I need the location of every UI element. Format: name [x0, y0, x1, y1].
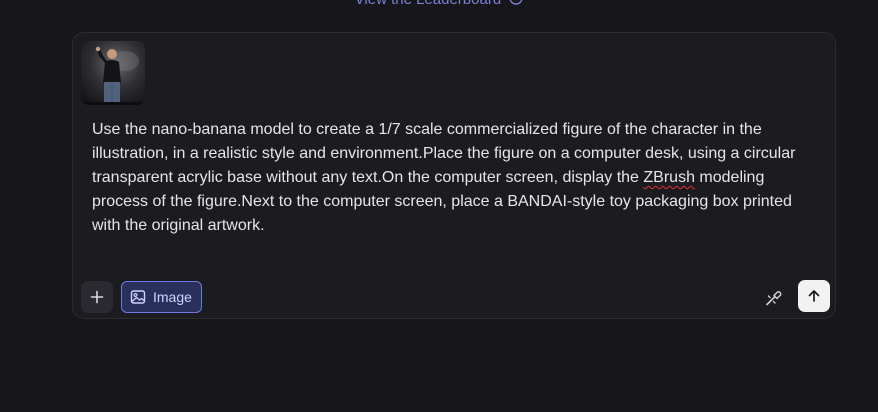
leaderboard-link-label[interactable]: View the Leaderboard: [355, 0, 502, 8]
attachment-thumbnail[interactable]: [81, 41, 145, 105]
leaderboard-link[interactable]: View the Leaderboard: [0, 0, 878, 9]
add-attachment-button[interactable]: [81, 281, 113, 313]
spellcheck-flagged-word[interactable]: ZBrush: [643, 169, 695, 186]
photo-thumbnail: [81, 41, 145, 105]
image-icon: [130, 290, 146, 304]
wand-icon: [766, 291, 782, 306]
prompt-composer: Use the nano-banana model to create a 1/…: [72, 32, 836, 319]
image-mode-chip[interactable]: Image: [121, 281, 202, 313]
page: View the Leaderboard: [0, 0, 878, 412]
arrow-up-icon: [808, 290, 820, 302]
plus-icon: [90, 290, 104, 304]
arrow-circle-icon: [509, 0, 523, 9]
prompt-text[interactable]: Use the nano-banana model to create a 1/…: [92, 118, 818, 238]
image-mode-chip-label: Image: [153, 289, 192, 305]
send-button[interactable]: [798, 280, 830, 312]
prompt-tools-button[interactable]: [759, 283, 789, 313]
